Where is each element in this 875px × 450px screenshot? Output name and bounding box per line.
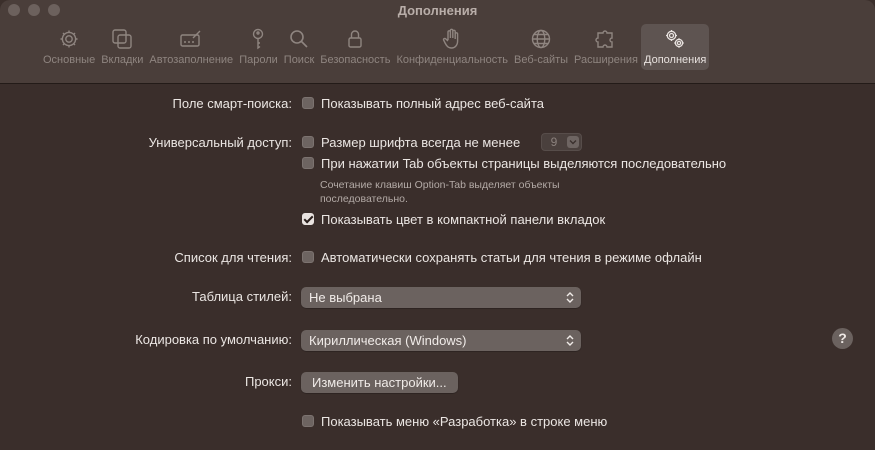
accessibility-label: Универсальный доступ: xyxy=(148,135,292,150)
updown-chevron-icon xyxy=(566,335,574,346)
min-font-size-popup[interactable]: 9 xyxy=(541,133,582,151)
window-title: Дополнения xyxy=(397,3,478,18)
tab-privacy[interactable]: Конфиденциальность xyxy=(393,24,511,70)
advanced-settings-pane: Поле смарт-поиска: Показывать полный адр… xyxy=(0,84,875,450)
key-icon xyxy=(243,26,273,52)
tab-label: Пароли xyxy=(239,54,278,66)
title-bar: Дополнения Основные Вкладки Автозаполнен… xyxy=(0,0,875,84)
chevron-down-icon xyxy=(567,136,579,148)
stylesheet-row: Таблица стилей: Не выбрана xyxy=(0,287,875,308)
tab-tabs[interactable]: Вкладки xyxy=(98,24,146,70)
tab-label: Вкладки xyxy=(101,54,144,66)
tab-extensions[interactable]: Расширения xyxy=(571,24,641,70)
tab-autofill[interactable]: Автозаполнение xyxy=(146,24,236,70)
reading-list-row: Список для чтения: Автоматически сохраня… xyxy=(0,248,875,268)
tab-advanced[interactable]: Дополнения xyxy=(641,24,710,70)
tab-label: Расширения xyxy=(574,54,639,66)
save-offline-text[interactable]: Автоматически сохранять статьи для чтени… xyxy=(321,248,702,268)
tab-passwords[interactable]: Пароли xyxy=(236,24,281,70)
stylesheet-value: Не выбрана xyxy=(309,290,382,305)
tab-general[interactable]: Основные xyxy=(40,24,98,70)
smart-search-label: Поле смарт-поиска: xyxy=(172,96,292,111)
tab-label: Конфиденциальность xyxy=(396,54,509,66)
develop-menu-row: Показывать меню «Разработка» в строке ме… xyxy=(0,412,875,432)
preferences-toolbar: Основные Вкладки Автозаполнение Пароли П… xyxy=(40,24,710,70)
smart-search-row: Поле смарт-поиска: Показывать полный адр… xyxy=(0,94,875,114)
preferences-window: Дополнения Основные Вкладки Автозаполнен… xyxy=(0,0,875,450)
proxies-label: Прокси: xyxy=(244,374,292,389)
compact-color-text[interactable]: Показывать цвет в компактной панели вкла… xyxy=(321,210,605,230)
puzzle-icon xyxy=(591,26,621,52)
tab-highlight-text[interactable]: При нажатии Tab объекты страницы выделяю… xyxy=(321,154,726,174)
tab-highlight-checkbox[interactable] xyxy=(302,157,314,169)
search-icon xyxy=(284,26,314,52)
tab-label: Веб-сайты xyxy=(514,54,569,66)
save-offline-checkbox[interactable] xyxy=(302,251,314,263)
globe-icon xyxy=(526,26,556,52)
change-settings-button[interactable]: Изменить настройки... xyxy=(301,372,458,393)
stylesheet-label: Таблица стилей: xyxy=(192,289,292,304)
tabs-icon xyxy=(107,26,137,52)
tab-security[interactable]: Безопасность xyxy=(317,24,393,70)
tab-label: Поиск xyxy=(283,54,315,66)
gear-icon xyxy=(54,26,84,52)
compact-color-checkbox[interactable] xyxy=(302,213,314,225)
tab-label: Основные xyxy=(43,54,96,66)
stylesheet-popup[interactable]: Не выбрана xyxy=(301,287,581,308)
min-font-checkbox[interactable] xyxy=(302,136,314,148)
encoding-row: Кодировка по умолчанию: Кириллическая (W… xyxy=(0,330,875,351)
tab-search[interactable]: Поиск xyxy=(281,24,317,70)
min-font-text[interactable]: Размер шрифта всегда не менее xyxy=(321,133,520,153)
proxies-row: Прокси: Изменить настройки... xyxy=(0,372,875,393)
min-font-size-value: 9 xyxy=(550,135,558,149)
autofill-icon xyxy=(176,26,206,52)
develop-menu-text[interactable]: Показывать меню «Разработка» в строке ме… xyxy=(321,412,607,432)
tab-label: Автозаполнение xyxy=(149,54,234,66)
tab-label: Дополнения xyxy=(644,54,707,66)
lock-icon xyxy=(340,26,370,52)
encoding-popup[interactable]: Кириллическая (Windows) xyxy=(301,330,581,351)
tab-highlight-row: При нажатии Tab объекты страницы выделяю… xyxy=(0,154,875,174)
tab-label: Безопасность xyxy=(320,54,391,66)
show-full-address-text[interactable]: Показывать полный адрес веб-сайта xyxy=(321,94,544,114)
updown-chevron-icon xyxy=(566,292,574,303)
show-full-address-checkbox[interactable] xyxy=(302,97,314,109)
compact-color-row: Показывать цвет в компактной панели вкла… xyxy=(0,210,875,230)
tab-websites[interactable]: Веб-сайты xyxy=(511,24,571,70)
encoding-label: Кодировка по умолчанию: xyxy=(135,332,292,347)
reading-list-label: Список для чтения: xyxy=(174,250,292,265)
hand-icon xyxy=(437,26,467,52)
develop-menu-checkbox[interactable] xyxy=(302,415,314,427)
help-button[interactable]: ? xyxy=(832,328,853,349)
accessibility-row: Универсальный доступ: Размер шрифта всег… xyxy=(0,133,875,153)
encoding-value: Кириллическая (Windows) xyxy=(309,333,467,348)
gears-icon xyxy=(660,26,690,52)
tab-highlight-note: Сочетание клавиш Option-Tab выделяет объ… xyxy=(320,179,560,205)
